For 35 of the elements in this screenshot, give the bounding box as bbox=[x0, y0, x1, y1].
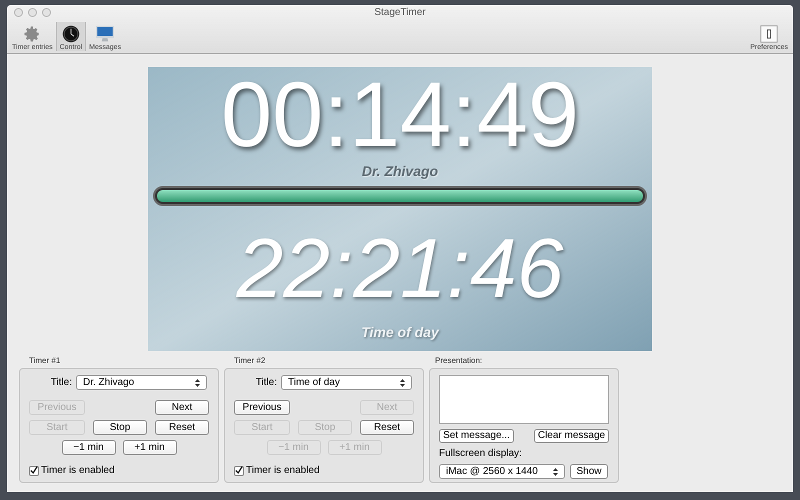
push-button[interactable]: +1 min bbox=[122, 440, 176, 455]
main-timer: 00:14:49 bbox=[220, 69, 580, 161]
checkbox[interactable] bbox=[29, 466, 39, 476]
title-label: Title: bbox=[50, 376, 72, 390]
push-button[interactable]: Reset bbox=[155, 420, 209, 435]
dropdown-select[interactable]: Time of day bbox=[281, 375, 412, 390]
checkbox-label: Timer is enabled bbox=[246, 464, 320, 478]
message-text-area[interactable] bbox=[439, 375, 609, 424]
push-button[interactable]: Previous bbox=[234, 400, 290, 415]
clear-message-button[interactable]: Clear message bbox=[534, 429, 609, 443]
clock-time: 22:21:46 bbox=[236, 226, 564, 310]
clock-title: Time of day bbox=[361, 323, 439, 342]
dropdown-select[interactable]: Dr. Zhivago bbox=[76, 375, 207, 390]
stepper-icon bbox=[553, 468, 558, 476]
push-button[interactable]: Stop bbox=[93, 420, 147, 435]
switch-icon bbox=[758, 25, 780, 43]
title-label: Title: bbox=[256, 376, 277, 390]
group-heading: Timer #1 bbox=[29, 355, 62, 367]
show-button[interactable]: Show bbox=[570, 464, 608, 479]
checkbox-label: Timer is enabled bbox=[41, 464, 115, 478]
stepper-icon bbox=[400, 378, 405, 386]
push-button[interactable]: Reset bbox=[360, 420, 414, 435]
timer-title: Dr. Zhivago bbox=[362, 162, 438, 181]
checkmark-icon bbox=[30, 466, 38, 475]
group-heading: Presentation: bbox=[435, 355, 484, 367]
window-title: StageTimer bbox=[374, 6, 426, 20]
push-button[interactable]: −1 min bbox=[62, 440, 116, 455]
set-message-button[interactable]: Set message... bbox=[439, 429, 514, 443]
dropdown-select[interactable]: iMac @ 2560 x 1440 bbox=[439, 464, 565, 479]
stepper-icon bbox=[195, 378, 200, 386]
display-label: Fullscreen display: bbox=[439, 447, 523, 461]
checkmark-icon bbox=[235, 466, 243, 475]
push-button[interactable]: Next bbox=[155, 400, 209, 415]
checkbox[interactable] bbox=[234, 466, 244, 476]
group-heading: Timer #2 bbox=[234, 355, 266, 367]
